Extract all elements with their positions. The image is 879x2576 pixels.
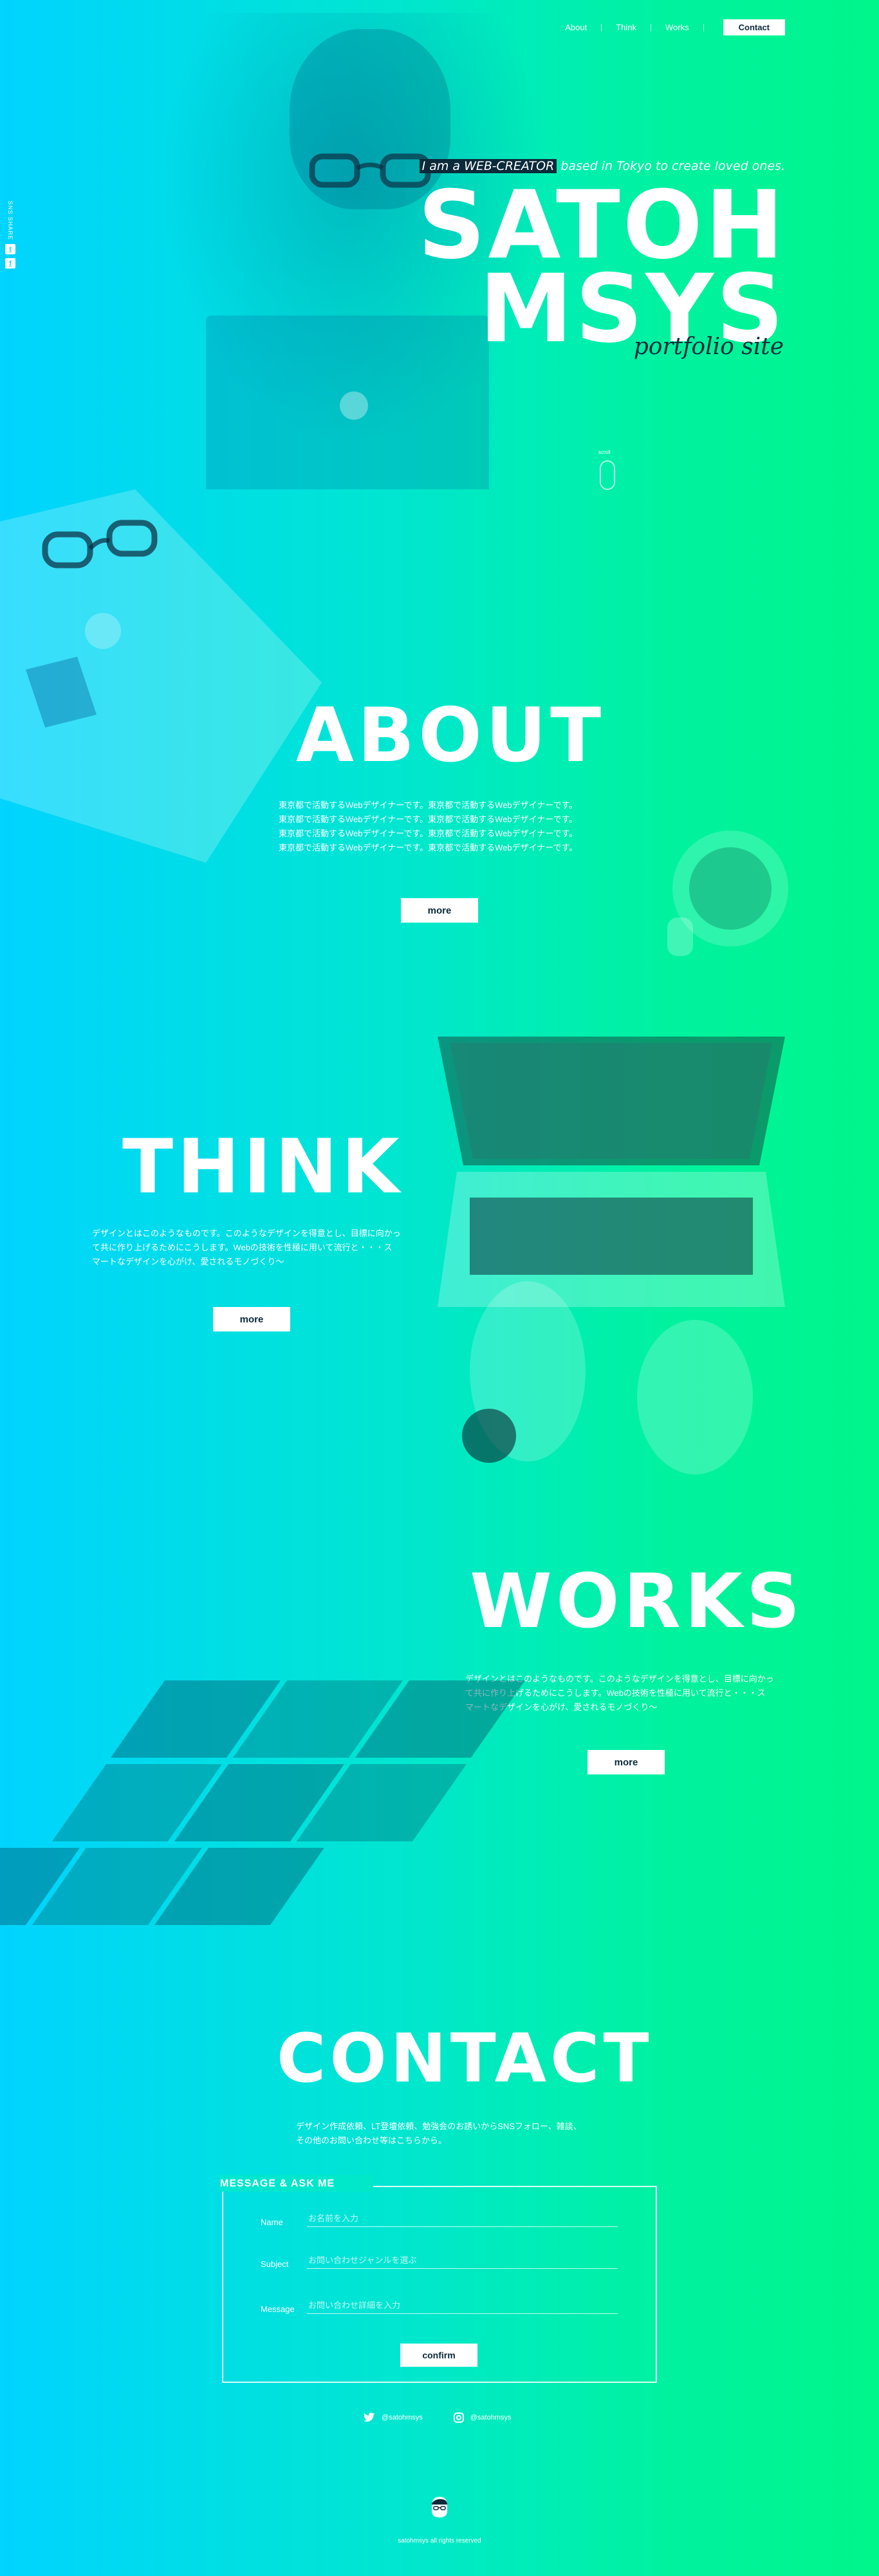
instagram-handle[interactable]: @satohmsys (470, 2414, 512, 2421)
copyright: satohmsys all rights reserved (398, 2537, 481, 2544)
facebook-icon[interactable]: f (5, 258, 15, 269)
hero-title: SATOH MSYS (418, 178, 786, 356)
about-line: 東京都で活動するWebデザイナーです。東京都で活動するWebデザイナーです。 (279, 829, 578, 838)
name-input[interactable] (307, 2212, 618, 2227)
nav-divider (601, 23, 602, 32)
avatar-icon (432, 2497, 447, 2517)
scroll-mouse-icon[interactable] (600, 460, 615, 490)
think-line: マートなデザインを心がけ、愛されるモノづくり〜 (92, 1257, 284, 1266)
nav-works-link[interactable]: Works (665, 23, 689, 32)
think-text: デザインとはこのようなものです。このようなデザインを得意とし、目標に向かっ て共… (92, 1227, 420, 1269)
think-line: デザインとはこのようなものです。このようなデザインを得意とし、目標に向かっ (92, 1228, 401, 1238)
nav-think-link[interactable]: Think (616, 23, 636, 32)
side-sns-bar: SNS SHARE t f (5, 201, 15, 269)
subject-label: Subject (261, 2259, 289, 2269)
nav-contact-button[interactable]: Contact (723, 19, 785, 35)
contact-line: その他のお問い合わせ等はこちらから。 (296, 2136, 447, 2145)
think-more-button[interactable]: more (213, 1307, 290, 1331)
twitter-icon[interactable] (364, 2412, 375, 2423)
works-more-button[interactable]: more (588, 1750, 665, 1774)
typing-laptop-photo (438, 1037, 785, 1474)
form-legend: MESSAGE & ASK ME (220, 2178, 335, 2189)
contact-line: デザイン作成依頼、LT登壇依頼、勉強会のお誘いからSNSフォロー、雑談、 (296, 2121, 582, 2131)
global-nav: About Think Works Contact (565, 19, 785, 35)
works-cards-photo (0, 1680, 525, 1925)
about-text: 東京都で活動するWebデザイナーです。東京都で活動するWebデザイナーです。 東… (279, 798, 613, 855)
side-sns-label: SNS SHARE (7, 201, 14, 241)
think-line: て共に作り上げるためにこうします。Webの技術を性極に用いて流行と・・・ス (92, 1243, 393, 1252)
message-label: Message (261, 2304, 295, 2314)
hero-glasses (309, 153, 431, 188)
contact-text: デザイン作成依頼、LT登壇依頼、勉強会のお誘いからSNSフォロー、雑談、 その他… (296, 2120, 631, 2148)
instagram-icon[interactable] (453, 2412, 464, 2423)
message-row: Message (261, 2299, 618, 2314)
nav-divider (703, 23, 704, 32)
about-line: 東京都で活動するWebデザイナーです。東京都で活動するWebデザイナーです。 (279, 843, 578, 852)
think-title: THINK (122, 1123, 403, 1210)
desk-laptop-photo (0, 489, 322, 863)
coffee-cup-photo (667, 831, 788, 956)
about-line: 東京都で活動するWebデザイナーです。東京都で活動するWebデザイナーです。 (279, 814, 578, 824)
hero-script: portfolio site (633, 334, 784, 360)
scroll-label: scroll (598, 449, 611, 455)
about-line: 東京都で活動するWebデザイナーです。東京都で活動するWebデザイナーです。 (279, 800, 578, 810)
works-title: WORKS (470, 1558, 804, 1645)
message-input[interactable] (307, 2299, 618, 2314)
name-row: Name (261, 2212, 618, 2227)
contact-title: CONTACT (277, 2019, 653, 2098)
twitter-icon[interactable]: t (5, 244, 15, 255)
twitter-handle[interactable]: @satohmsys (382, 2414, 423, 2421)
subject-select[interactable] (307, 2253, 618, 2269)
subject-row: Subject (261, 2253, 618, 2269)
social-links: @satohmsys @satohmsys (364, 2412, 512, 2423)
confirm-button[interactable]: confirm (400, 2344, 477, 2367)
about-more-button[interactable]: more (401, 898, 478, 923)
about-title: ABOUT (296, 692, 606, 779)
name-label: Name (261, 2217, 283, 2227)
